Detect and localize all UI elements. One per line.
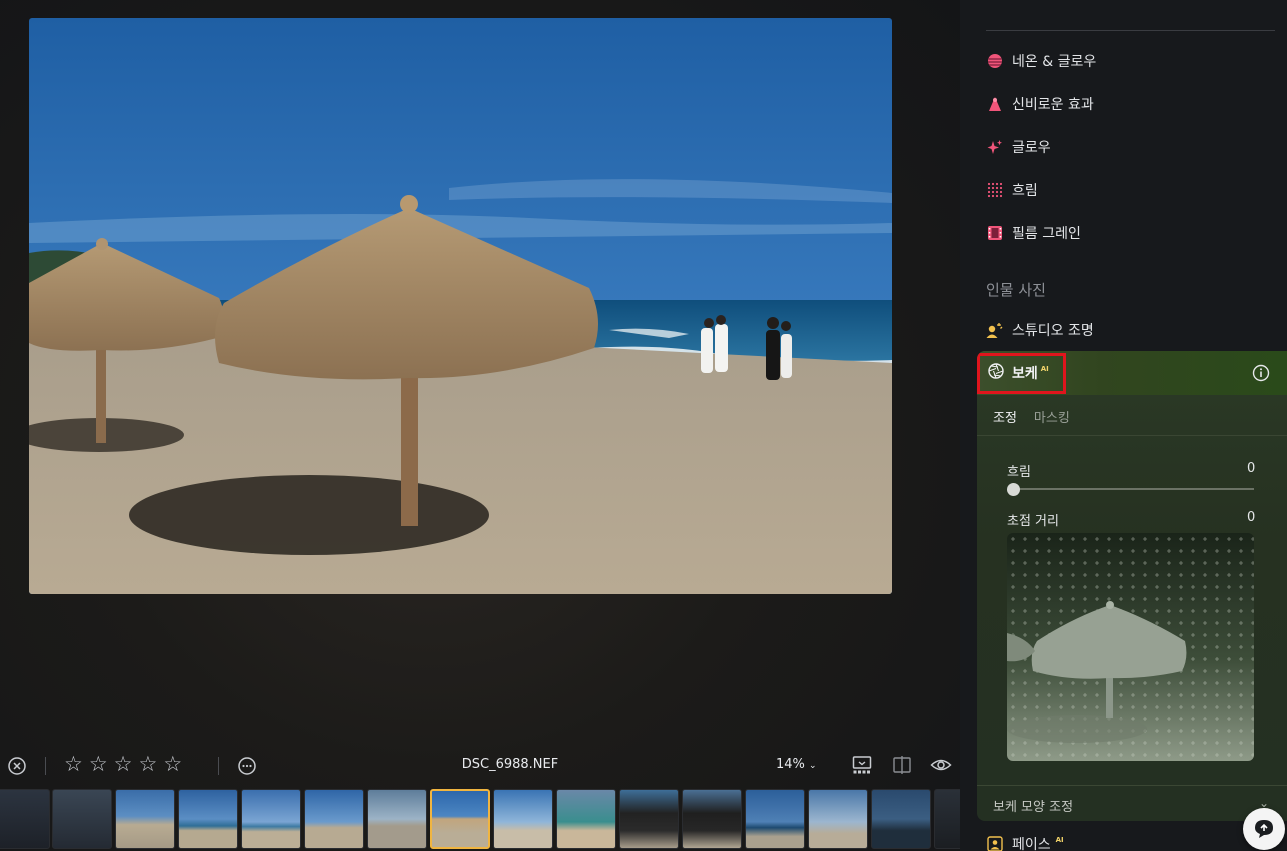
menu-item-label: 스튜디오 조명	[1012, 323, 1094, 339]
filmstrip-thumbnail[interactable]	[682, 789, 742, 849]
star-rating[interactable]: ☆ ☆ ☆ ☆ ☆	[64, 754, 182, 775]
star-icon[interactable]: ☆	[114, 754, 133, 775]
tabs-divider	[977, 435, 1287, 436]
section-title-portrait: 인물 사진	[986, 281, 1046, 299]
filmstrip-thumbnail[interactable]	[871, 789, 931, 849]
toolbar-divider	[45, 757, 46, 775]
photo-canvas: ☆ ☆ ☆ ☆ ☆ DSC_6988.NEF 14% ⌄	[0, 0, 960, 851]
focus-distance-label: 초점 거리	[1007, 514, 1059, 529]
filmstrip-thumbnail[interactable]	[0, 789, 50, 849]
filmstrip-thumbnail[interactable]	[52, 789, 112, 849]
tab-masking[interactable]: 마스킹	[1034, 407, 1070, 426]
menu-item-glow[interactable]: 글로우	[986, 136, 1051, 158]
depth-map-preview[interactable]	[1007, 533, 1254, 761]
filmstrip-thumbnail[interactable]	[808, 789, 868, 849]
blur-slider-value: 0	[1247, 461, 1256, 476]
star-icon[interactable]: ☆	[138, 754, 157, 775]
filmstrip-thumbnail[interactable]	[493, 789, 553, 849]
filmstrip	[0, 789, 960, 851]
filmstrip-thumbnail[interactable]	[619, 789, 679, 849]
star-icon[interactable]: ☆	[89, 754, 108, 775]
menu-item-label: 네온 & 글로우	[1012, 54, 1097, 70]
filmstrip-thumbnail[interactable]	[115, 789, 175, 849]
filmstrip-thumbnail-selected[interactable]	[430, 789, 490, 849]
effects-panel: 네온 & 글로우 신비로운 효과 글로우 흐림 필름 그레인 인물 사진 스튜디…	[960, 0, 1287, 851]
bokeh-tabs: 조정 마스킹	[993, 407, 1070, 426]
bokeh-card: 보케 AI 조정 마스킹 흐림 0 초점 거리 0 보케 모양 조정 ⌄	[977, 351, 1287, 821]
zoom-level: 14%	[776, 757, 805, 772]
filmstrip-toggle-button[interactable]	[852, 755, 872, 775]
filmstrip-thumbnail[interactable]	[367, 789, 427, 849]
zoom-dropdown[interactable]: 14% ⌄	[776, 757, 817, 772]
film-icon	[986, 225, 1003, 242]
mystical-icon	[986, 96, 1003, 113]
menu-item-label: 글로우	[1012, 140, 1051, 156]
filmstrip-icon	[852, 756, 872, 774]
eye-icon	[930, 759, 952, 771]
blur-slider-label: 흐림	[1007, 465, 1031, 480]
menu-item-label: 흐림	[1012, 183, 1038, 199]
neon-glow-icon	[986, 53, 1003, 70]
aperture-icon	[988, 363, 1004, 383]
bokeh-title: 보케	[1012, 366, 1038, 382]
menu-item-label: 필름 그레인	[1012, 226, 1081, 242]
blur-slider-track[interactable]	[1012, 488, 1254, 490]
more-options-button[interactable]	[237, 756, 257, 776]
filmstrip-thumbnail[interactable]	[241, 789, 301, 849]
ai-badge: AI	[1055, 836, 1064, 844]
compare-button[interactable]	[892, 755, 912, 775]
bottom-toolbar: ☆ ☆ ☆ ☆ ☆ DSC_6988.NEF 14% ⌄	[0, 750, 960, 782]
reject-button[interactable]	[7, 756, 27, 776]
menu-item-label: 신비로운 효과	[1012, 97, 1094, 113]
menu-item-face[interactable]: 페이스 AI	[986, 833, 1068, 851]
star-icon[interactable]: ☆	[64, 754, 83, 775]
menu-item-blur[interactable]: 흐림	[986, 179, 1038, 201]
info-icon	[1252, 364, 1270, 382]
chevron-down-icon: ⌄	[809, 761, 817, 771]
filmstrip-thumbnail[interactable]	[745, 789, 805, 849]
card-divider	[977, 785, 1287, 786]
panel-divider	[986, 30, 1275, 31]
bokeh-shape-adjust[interactable]: 보케 모양 조정	[993, 796, 1073, 815]
sparkle-icon	[986, 139, 1003, 156]
blur-slider-handle[interactable]	[1007, 483, 1020, 496]
main-photo	[29, 18, 892, 594]
filmstrip-thumbnail[interactable]	[556, 789, 616, 849]
focus-distance-value: 0	[1247, 510, 1256, 525]
filmstrip-thumbnail[interactable]	[304, 789, 364, 849]
bokeh-title-button[interactable]: 보케 AI	[988, 363, 1054, 383]
menu-item-film-grain[interactable]: 필름 그레인	[986, 222, 1081, 244]
more-dots-icon	[238, 757, 256, 775]
close-circle-icon	[8, 757, 26, 775]
filmstrip-thumbnail[interactable]	[178, 789, 238, 849]
face-icon	[986, 836, 1003, 851]
menu-item-studio-light[interactable]: 스튜디오 조명	[986, 319, 1094, 341]
feedback-button[interactable]	[1243, 808, 1285, 850]
star-icon[interactable]: ☆	[163, 754, 182, 775]
blur-grid-icon	[986, 182, 1003, 199]
studio-light-icon	[986, 322, 1003, 339]
file-name: DSC_6988.NEF	[461, 757, 559, 772]
chat-bubble-icon	[1255, 820, 1273, 838]
info-button[interactable]	[1252, 364, 1270, 386]
filmstrip-thumbnail[interactable]	[934, 789, 960, 849]
toolbar-divider	[218, 757, 219, 775]
menu-item-mystical-effect[interactable]: 신비로운 효과	[986, 93, 1094, 115]
menu-item-neon-glow[interactable]: 네온 & 글로우	[986, 50, 1096, 72]
ai-badge: AI	[1040, 365, 1049, 373]
preview-button[interactable]	[930, 755, 952, 775]
tab-adjust[interactable]: 조정	[993, 407, 1017, 426]
compare-split-icon	[893, 756, 911, 774]
menu-item-label: 페이스	[1012, 837, 1051, 851]
